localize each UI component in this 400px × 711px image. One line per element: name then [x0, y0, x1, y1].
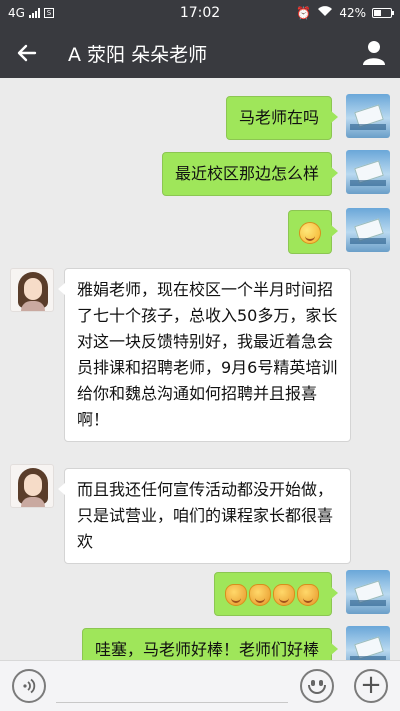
chat-title: A 荥阳 朵朵老师	[68, 44, 208, 66]
status-bar: 4G S 17:02 ⏰ 42%	[0, 0, 400, 26]
cheer-emoji-icon	[225, 583, 247, 606]
my-avatar[interactable]	[346, 208, 390, 252]
alarm-icon: ⏰	[296, 5, 312, 20]
cheer-emoji-icon	[273, 583, 295, 606]
battery-percent: 42%	[339, 5, 366, 20]
my-avatar[interactable]	[346, 626, 390, 660]
message-bubble[interactable]: 马老师在吗	[225, 96, 339, 140]
my-avatar[interactable]	[346, 570, 390, 614]
chat-info-button[interactable]	[360, 38, 388, 66]
message-bubble[interactable]	[214, 572, 338, 616]
person-icon	[363, 41, 385, 65]
cheer-emoji-icon	[297, 583, 319, 606]
wifi-icon	[317, 5, 333, 20]
input-bar: +	[0, 660, 400, 711]
arrow-left-icon	[17, 44, 37, 62]
more-button[interactable]: +	[354, 669, 388, 703]
message-list[interactable]: 马老师在吗 最近校区那边怎么样 雅娟老师，现在校区一个半月时间招了七十个孩子，总…	[0, 78, 400, 660]
status-right: ⏰ 42%	[296, 5, 394, 20]
message-input[interactable]	[56, 669, 288, 703]
emoji-button[interactable]	[300, 669, 334, 703]
message-bubble[interactable]: 最近校区那边怎么样	[161, 152, 339, 196]
voice-icon	[23, 678, 36, 694]
back-button[interactable]	[12, 38, 42, 68]
battery-icon	[372, 7, 394, 18]
contact-avatar[interactable]	[10, 268, 54, 312]
chat-header: A 荥阳 朵朵老师	[0, 26, 400, 78]
message-bubble[interactable]: 雅娟老师，现在校区一个半月时间招了七十个孩子，总收入50多万，家长对这一块反馈特…	[58, 268, 351, 442]
smile-emoji-icon	[299, 221, 321, 244]
contact-avatar[interactable]	[10, 464, 54, 508]
plus-icon: +	[360, 670, 382, 700]
voice-button[interactable]	[12, 669, 46, 703]
message-bubble[interactable]	[288, 210, 338, 254]
message-bubble[interactable]: 哇塞，马老师好棒！老师们好棒	[81, 628, 339, 660]
my-avatar[interactable]	[346, 94, 390, 138]
cheer-emoji-icon	[249, 583, 271, 606]
message-bubble[interactable]: 而且我还任何宣传活动都没开始做，只是试营业，咱们的课程家长都很喜欢	[58, 468, 351, 564]
my-avatar[interactable]	[346, 150, 390, 194]
